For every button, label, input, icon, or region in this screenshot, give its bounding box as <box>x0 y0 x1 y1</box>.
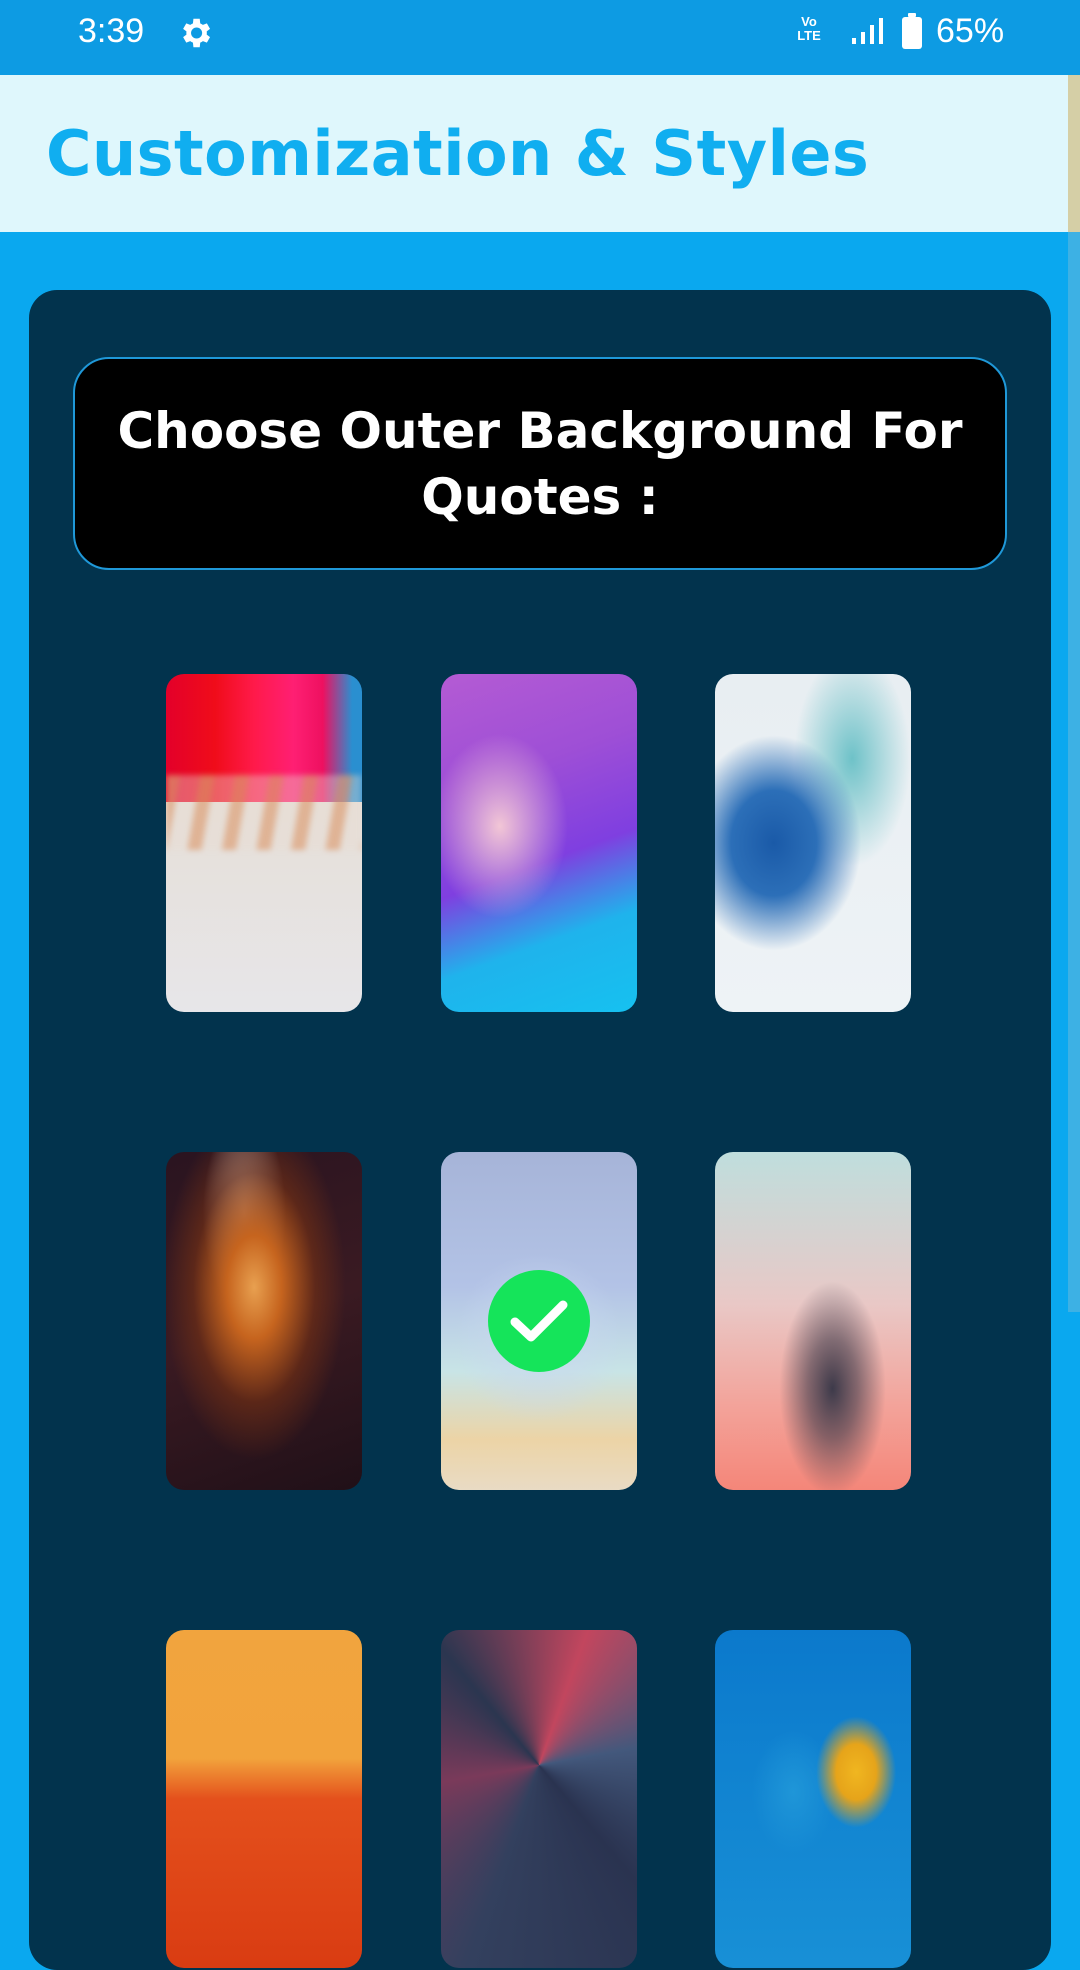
background-option-orange-swirl[interactable] <box>166 1152 362 1490</box>
status-bar: 3:39 Vo LTE 65% <box>0 0 1080 75</box>
battery-icon <box>902 13 922 49</box>
status-time: 3:39 <box>78 12 145 50</box>
background-option-orange-red[interactable] <box>166 1630 362 1968</box>
scroll-indicator-top <box>1068 75 1080 232</box>
volte-icon: Vo LTE <box>792 15 826 47</box>
app-header: Customization & Styles <box>0 75 1068 232</box>
background-option-pencils[interactable] <box>166 674 362 1012</box>
selected-checkmark-icon <box>488 1270 590 1372</box>
section-heading: Choose Outer Background For Quotes : <box>117 401 963 526</box>
background-option-purple-wave[interactable] <box>441 674 637 1012</box>
scrollbar-thumb[interactable] <box>1068 232 1080 1312</box>
background-option-blue-moon[interactable] <box>715 1630 911 1968</box>
background-option-geometric[interactable] <box>441 1630 637 1968</box>
section-heading-box: Choose Outer Background For Quotes : <box>73 357 1007 570</box>
background-option-blue-ink[interactable] <box>715 674 911 1012</box>
background-option-pink-hand[interactable] <box>715 1152 911 1490</box>
page-title: Customization & Styles <box>46 117 870 190</box>
lte-label: LTE <box>797 28 821 43</box>
background-picker-panel: Choose Outer Background For Quotes : <box>29 290 1051 1970</box>
battery-percent: 65% <box>936 12 1005 50</box>
background-option-pastel-selected[interactable] <box>441 1152 637 1490</box>
check-icon <box>510 1300 568 1342</box>
volte-label: Vo <box>801 14 817 29</box>
signal-icon <box>852 18 883 44</box>
settings-gear-icon <box>183 18 211 48</box>
